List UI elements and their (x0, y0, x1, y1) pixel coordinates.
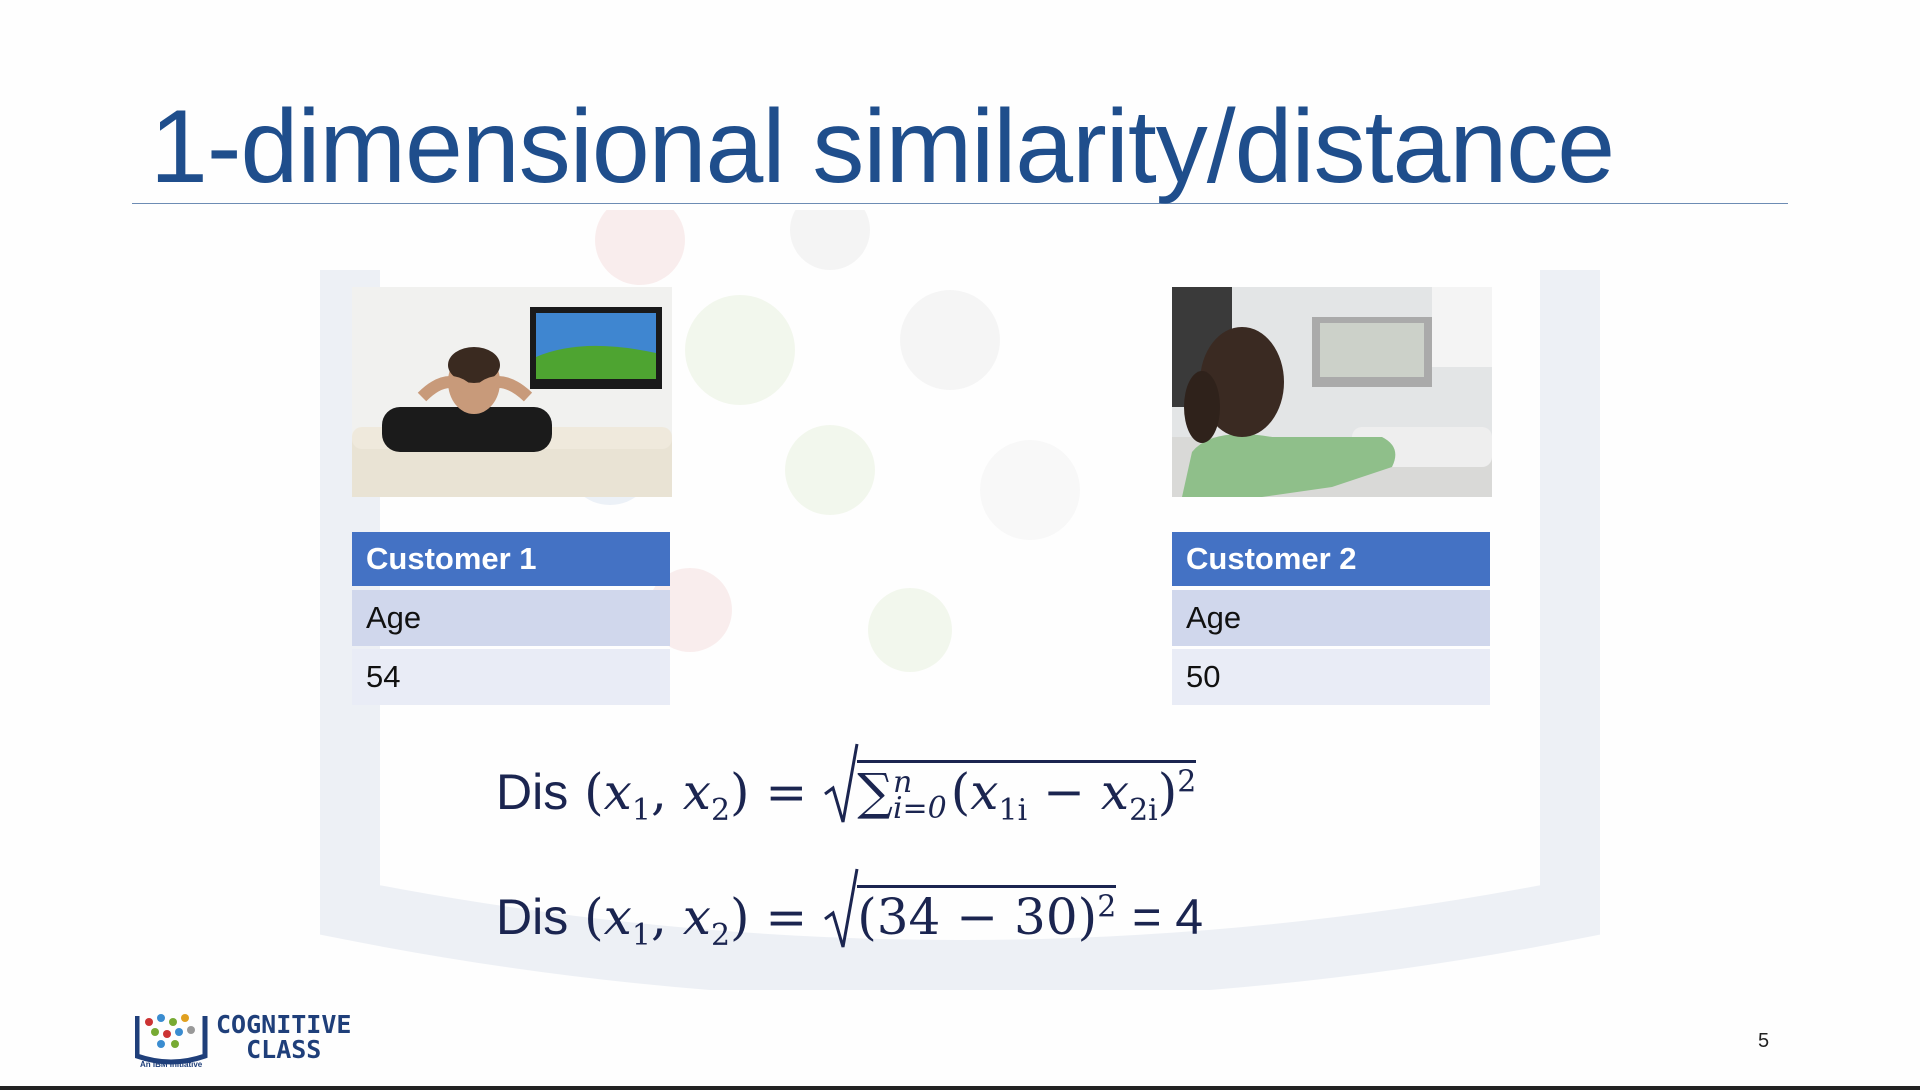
formula-x1-sub: 1 (631, 793, 651, 828)
customer-2-table: Customer 2 Age 50 (1172, 532, 1490, 705)
formula2-x1-sub: 1 (631, 918, 651, 953)
bottom-border (0, 1086, 1920, 1090)
logo-line-2: CLASS (246, 1035, 322, 1064)
specific-exponent: 2 (1097, 889, 1117, 925)
customer-1-header: Customer 1 (352, 532, 670, 586)
formula-label: Dis (496, 764, 569, 820)
sqrt-expression: ∑ n i=0 (x1i − x2i)2 (823, 743, 1197, 828)
formula2-x1: x (603, 888, 632, 946)
customer-2-value: 50 (1172, 649, 1490, 705)
formula2-x2: x (682, 888, 711, 946)
specific-expression: (34 − 30) (857, 888, 1098, 946)
slide: 1-dimensional similarity/distance Custom… (0, 0, 1920, 1090)
title-underline (132, 203, 1788, 204)
customer-1-value: 54 (352, 649, 670, 705)
term-a-sub: 1i (998, 793, 1028, 828)
logo-tagline: An IBM Initiative (140, 1060, 203, 1069)
sum-lower-limit: i=0 (892, 791, 947, 826)
customer-2-attribute: Age (1172, 590, 1490, 646)
page-number: 5 (1758, 1030, 1770, 1052)
formula-x1: x (603, 763, 632, 821)
logo-line-1: COGNITIVE (216, 1010, 352, 1039)
term-a: x (970, 763, 999, 821)
formula-x2: x (682, 763, 711, 821)
woman-watching-tv-photo (1172, 287, 1492, 497)
formula2-x2-sub: 2 (710, 918, 731, 953)
sum-symbol: ∑ (857, 763, 893, 821)
sqrt-symbol (824, 743, 859, 823)
customer-1-attribute: Age (352, 590, 670, 646)
term-b: x (1100, 763, 1130, 821)
general-distance-formula: Dis (x1, x2) = ∑ n i=0 (x1i − x2i)2 (496, 743, 1197, 828)
formula-exponent: 2 (1177, 764, 1197, 800)
customer-1-table: Customer 1 Age 54 (352, 532, 670, 705)
formula-label-2: Dis (496, 889, 569, 945)
customer-2-header: Customer 2 (1172, 532, 1490, 586)
term-b-sub: 2i (1129, 793, 1158, 828)
slide-title: 1-dimensional similarity/distance (150, 89, 1615, 205)
man-watching-tv-photo (352, 287, 672, 497)
specific-distance-formula: Dis (x1, x2) = (34 − 30)2 = 4 (496, 868, 1204, 953)
sqrt-expression-2: (34 − 30)2 (823, 868, 1117, 948)
sqrt-symbol-2 (824, 868, 859, 948)
specific-result: = 4 (1132, 889, 1204, 945)
logo-text: COGNITIVE CLASS (216, 1012, 351, 1062)
formula-x2-sub: 2 (710, 793, 731, 828)
